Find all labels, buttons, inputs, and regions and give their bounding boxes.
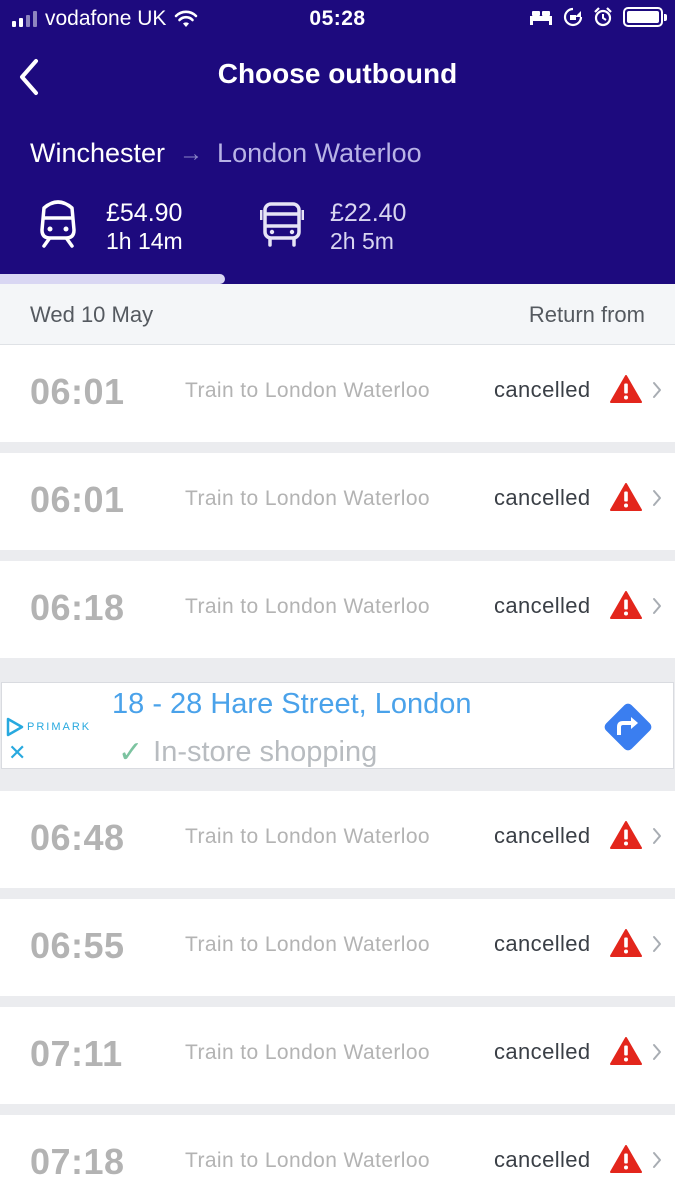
ad-feature-label: In-store shopping [153,736,378,768]
journey-row[interactable]: 06:01 Train to London Waterloo cancelled [0,345,675,442]
ad-feature: ✓ In-store shopping [118,735,377,770]
ad-banner[interactable]: PRIMARK ✕ 18 - 28 Hare Street, London ✓ … [1,682,674,769]
check-icon: ✓ [118,736,144,769]
journey-description: Train to London Waterloo [185,379,431,402]
warning-icon [610,821,642,849]
mode-train-info: £54.90 1h 14m [106,198,183,254]
journey-status: cancelled [494,931,591,956]
app-header: vodafone UK 05:28 Choose outbound Winche… [0,0,675,284]
ad-address: 18 - 28 Hare Street, London [112,688,472,720]
ad-brand-logo: PRIMARK [6,717,91,737]
journey-time: 06:01 [30,371,125,412]
ad-brand-name: PRIMARK [27,721,92,733]
play-triangle-icon [6,717,24,737]
journey-status: cancelled [494,377,591,402]
warning-icon [610,1037,642,1065]
battery-icon [623,7,667,27]
status-bar-right [529,7,667,27]
warning-icon [610,591,642,619]
mode-tab-train[interactable]: £54.90 1h 14m [36,198,183,254]
journey-description: Train to London Waterloo [185,595,431,618]
journey-row[interactable]: 07:11 Train to London Waterloo cancelled [0,1007,675,1104]
chevron-right-icon [653,1152,661,1168]
journey-status: cancelled [494,593,591,618]
journey-status: cancelled [494,1147,591,1172]
chevron-right-icon [653,1044,661,1060]
journey-time: 07:18 [30,1141,125,1182]
journey-description: Train to London Waterloo [185,487,431,510]
route-destination: London Waterloo [217,138,422,168]
journey-status: cancelled [494,1039,591,1064]
chevron-right-icon [653,598,661,614]
journey-time: 06:55 [30,925,125,966]
ad-close-button[interactable]: ✕ [8,742,26,764]
train-icon [40,200,76,248]
journey-time: 06:01 [30,479,125,520]
directions-icon[interactable] [598,697,658,757]
journey-row[interactable]: 06:55 Train to London Waterloo cancelled [0,899,675,996]
mode-bus-info: £22.40 2h 5m [330,198,406,254]
journey-row[interactable]: 07:18 Train to London Waterloo cancelled [0,1115,675,1200]
journey-row[interactable]: 06:18 Train to London Waterloo cancelled [0,561,675,658]
journey-time: 06:48 [30,817,125,858]
route-origin: Winchester [30,138,166,168]
warning-icon [610,1145,642,1173]
mode-tab-bus[interactable]: £22.40 2h 5m [260,198,406,254]
return-from-link[interactable]: Return from [529,302,645,328]
journey-date: Wed 10 May [30,302,154,327]
bus-icon [260,202,304,247]
page-title: Choose outbound [217,58,458,89]
warning-icon [610,483,642,511]
mode-bus-duration: 2h 5m [330,228,394,254]
alarm-icon [594,7,612,27]
journey-description: Train to London Waterloo [185,933,431,956]
warning-icon [610,375,642,403]
chevron-right-icon [653,828,661,844]
journey-time: 06:18 [30,587,125,628]
warning-icon [610,929,642,957]
journey-time: 07:11 [30,1033,123,1074]
status-bar: vodafone UK 05:28 [0,0,675,38]
journey-description: Train to London Waterloo [185,1041,431,1064]
tab-indicator [0,274,225,284]
mode-train-price: £54.90 [106,199,183,227]
journey-row[interactable]: 06:01 Train to London Waterloo cancelled [0,453,675,550]
arrow-right-icon: → [179,139,204,167]
chevron-right-icon [653,382,661,398]
journey-description: Train to London Waterloo [185,1149,431,1172]
rotation-lock-icon [563,7,583,27]
journey-description: Train to London Waterloo [185,825,431,848]
journey-status: cancelled [494,823,591,848]
date-bar: Wed 10 May Return from [0,284,675,345]
chevron-right-icon [653,490,661,506]
bed-icon [530,11,552,25]
chevron-right-icon [653,936,661,952]
mode-bus-price: £22.40 [330,199,407,227]
journey-row[interactable]: 06:48 Train to London Waterloo cancelled [0,791,675,888]
route-summary: Winchester → London Waterloo [30,138,422,169]
mode-train-duration: 1h 14m [106,228,183,254]
journey-status: cancelled [494,485,591,510]
